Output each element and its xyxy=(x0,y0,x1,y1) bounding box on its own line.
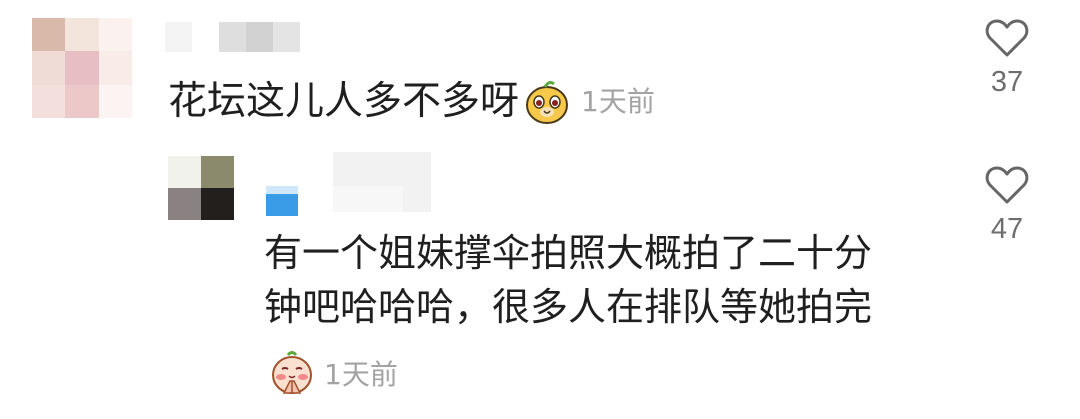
cute-dog-face-emoji-icon xyxy=(526,81,569,124)
comment-thread: 花坛这儿人多不多呀 1天前 37 有一个姐妹撑伞拍照大概拍了二十分 钟吧哈哈哈，… xyxy=(0,0,1080,419)
user-badge xyxy=(266,186,298,216)
reply-time: 1天前 xyxy=(324,358,398,391)
comment-text-row[interactable]: 花坛这儿人多不多呀 1天前 xyxy=(168,76,655,128)
reply-like-button[interactable]: 47 xyxy=(977,165,1037,246)
like-count: 37 xyxy=(990,66,1024,98)
comment-time: 1天前 xyxy=(581,85,655,118)
reply-like-count: 47 xyxy=(990,213,1024,245)
reply-text[interactable]: 有一个姐妹撑伞拍照大概拍了二十分 钟吧哈哈哈，很多人在排队等她拍完 xyxy=(264,226,872,334)
comment-text: 花坛这儿人多不多呀 xyxy=(168,79,520,124)
reply-text-line: 有一个姐妹撑伞拍照大概拍了二十分 xyxy=(264,231,873,275)
heart-icon xyxy=(985,19,1029,57)
heart-icon xyxy=(985,166,1029,204)
reply-meta-row: 1天前 xyxy=(264,345,398,401)
avatar[interactable] xyxy=(32,18,132,118)
reply-username-redacted[interactable] xyxy=(333,152,431,212)
reply-avatar[interactable] xyxy=(168,156,234,220)
reply-text-line: 钟吧哈哈哈，很多人在排队等她拍完 xyxy=(264,285,873,329)
like-button[interactable]: 37 xyxy=(977,18,1037,99)
bashful-praying-emoji-icon xyxy=(272,351,312,394)
username-redacted[interactable] xyxy=(165,22,300,52)
